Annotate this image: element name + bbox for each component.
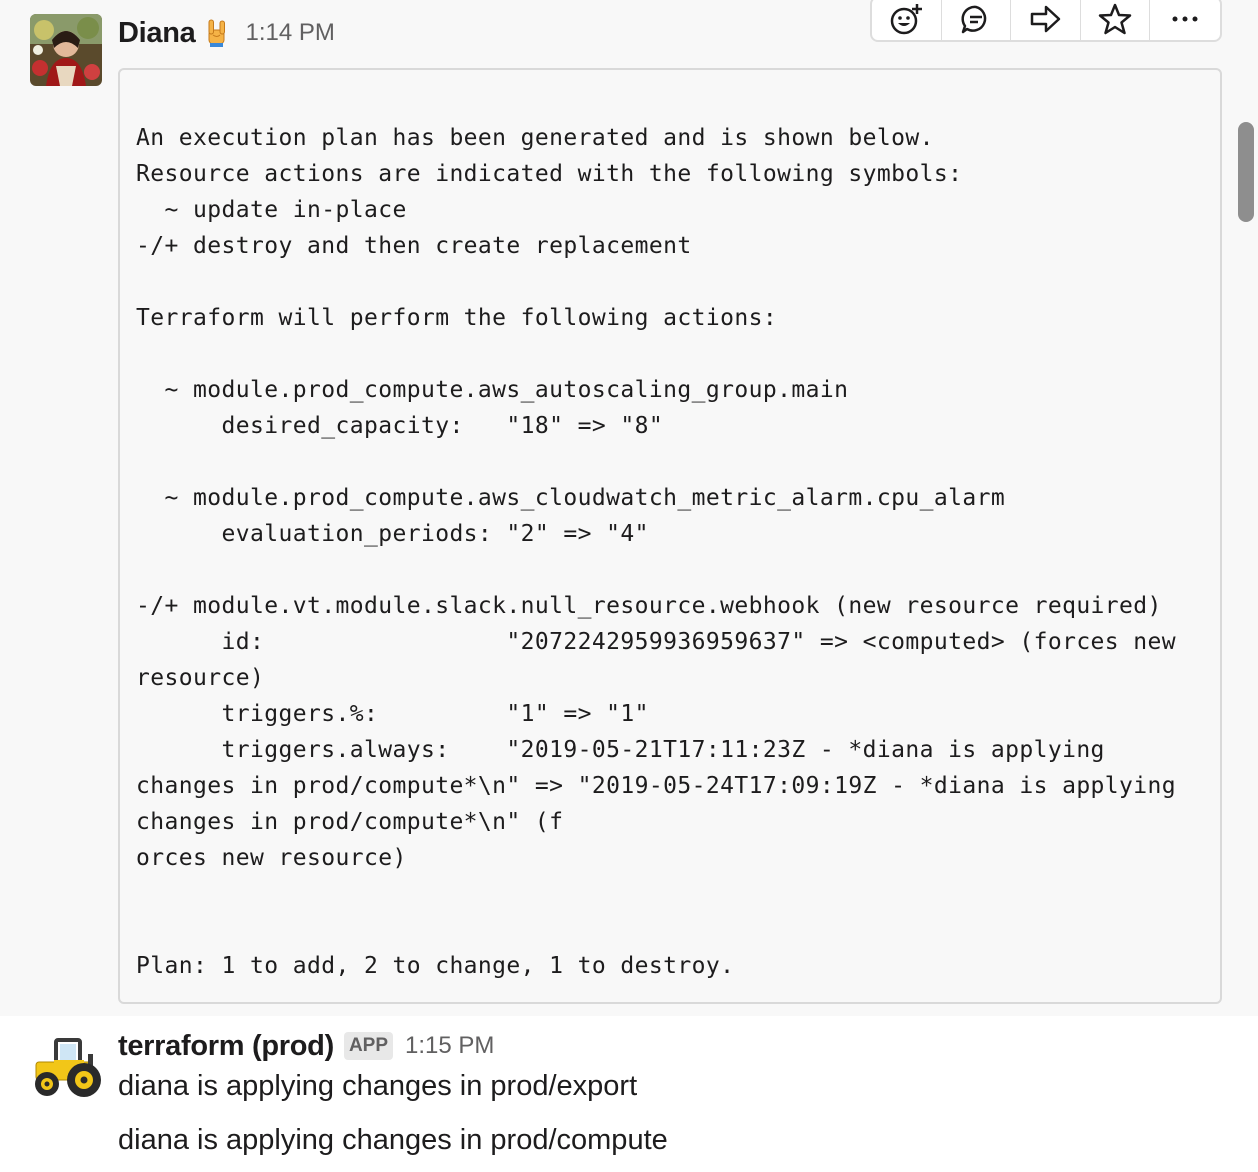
star-icon: [1098, 2, 1132, 36]
message-actions-toolbar: [870, 0, 1222, 42]
app-badge: APP: [343, 1032, 394, 1060]
code-line: desired_capacity: "18" => "8": [136, 413, 664, 439]
scrollbar-thumb[interactable]: [1238, 122, 1254, 222]
code-line: triggers.%: "1" => "1": [136, 701, 649, 727]
share-icon: [1028, 2, 1062, 36]
star-message-button[interactable]: [1081, 0, 1151, 40]
avatar[interactable]: [30, 14, 102, 86]
reply-thread-button[interactable]: [942, 0, 1012, 40]
code-line: -/+ destroy and then create replacement: [136, 233, 692, 259]
code-line: ~ module.prod_compute.aws_autoscaling_gr…: [136, 377, 849, 403]
code-block[interactable]: An execution plan has been generated and…: [118, 68, 1222, 1004]
avatar[interactable]: [30, 1032, 104, 1100]
code-line: evaluation_periods: "2" => "4": [136, 521, 649, 547]
code-line: Plan: 1 to add, 2 to change, 1 to destro…: [136, 953, 735, 979]
code-line: resource): [136, 665, 265, 691]
tractor-icon: [30, 1038, 104, 1104]
sign-of-the-horns-icon[interactable]: [205, 18, 229, 48]
message-header: terraform (prod) APP 1:15 PM: [118, 1026, 494, 1066]
sender-name[interactable]: Diana: [118, 17, 196, 50]
add-reaction-icon: [889, 2, 923, 36]
more-actions-button[interactable]: [1150, 0, 1220, 40]
code-line: ~ update in-place: [136, 197, 407, 223]
code-line: An execution plan has been generated and…: [136, 125, 934, 151]
more-actions-icon: [1168, 2, 1202, 36]
sender-name[interactable]: terraform (prod): [118, 1030, 334, 1063]
code-line: ~ module.prod_compute.aws_cloudwatch_met…: [136, 485, 1006, 511]
timestamp[interactable]: 1:15 PM: [405, 1032, 494, 1060]
code-line: Resource actions are indicated with the …: [136, 161, 963, 187]
code-line: id: "2072242959936959637" => <computed> …: [136, 629, 1177, 655]
timestamp[interactable]: 1:14 PM: [245, 19, 334, 47]
code-line: triggers.always: "2019-05-21T17:11:23Z -…: [136, 737, 1105, 763]
code-line: changes in prod/compute*\n" (f: [136, 809, 564, 835]
reply-thread-icon: [959, 2, 993, 36]
code-line: orces new resource): [136, 845, 407, 871]
add-reaction-button[interactable]: [872, 0, 942, 40]
code-line: changes in prod/compute*\n" => "2019-05-…: [136, 773, 1177, 799]
message-diana[interactable]: Diana 1:14 PM An execution plan has been…: [0, 0, 1258, 1016]
message-text: diana is applying changes in prod/comput…: [118, 1124, 668, 1156]
message-text: diana is applying changes in prod/export: [118, 1070, 638, 1102]
code-line: -/+ module.vt.module.slack.null_resource…: [136, 593, 1162, 619]
code-line: Terraform will perform the following act…: [136, 305, 778, 331]
share-message-button[interactable]: [1011, 0, 1081, 40]
message-header: Diana 1:14 PM: [118, 12, 335, 54]
